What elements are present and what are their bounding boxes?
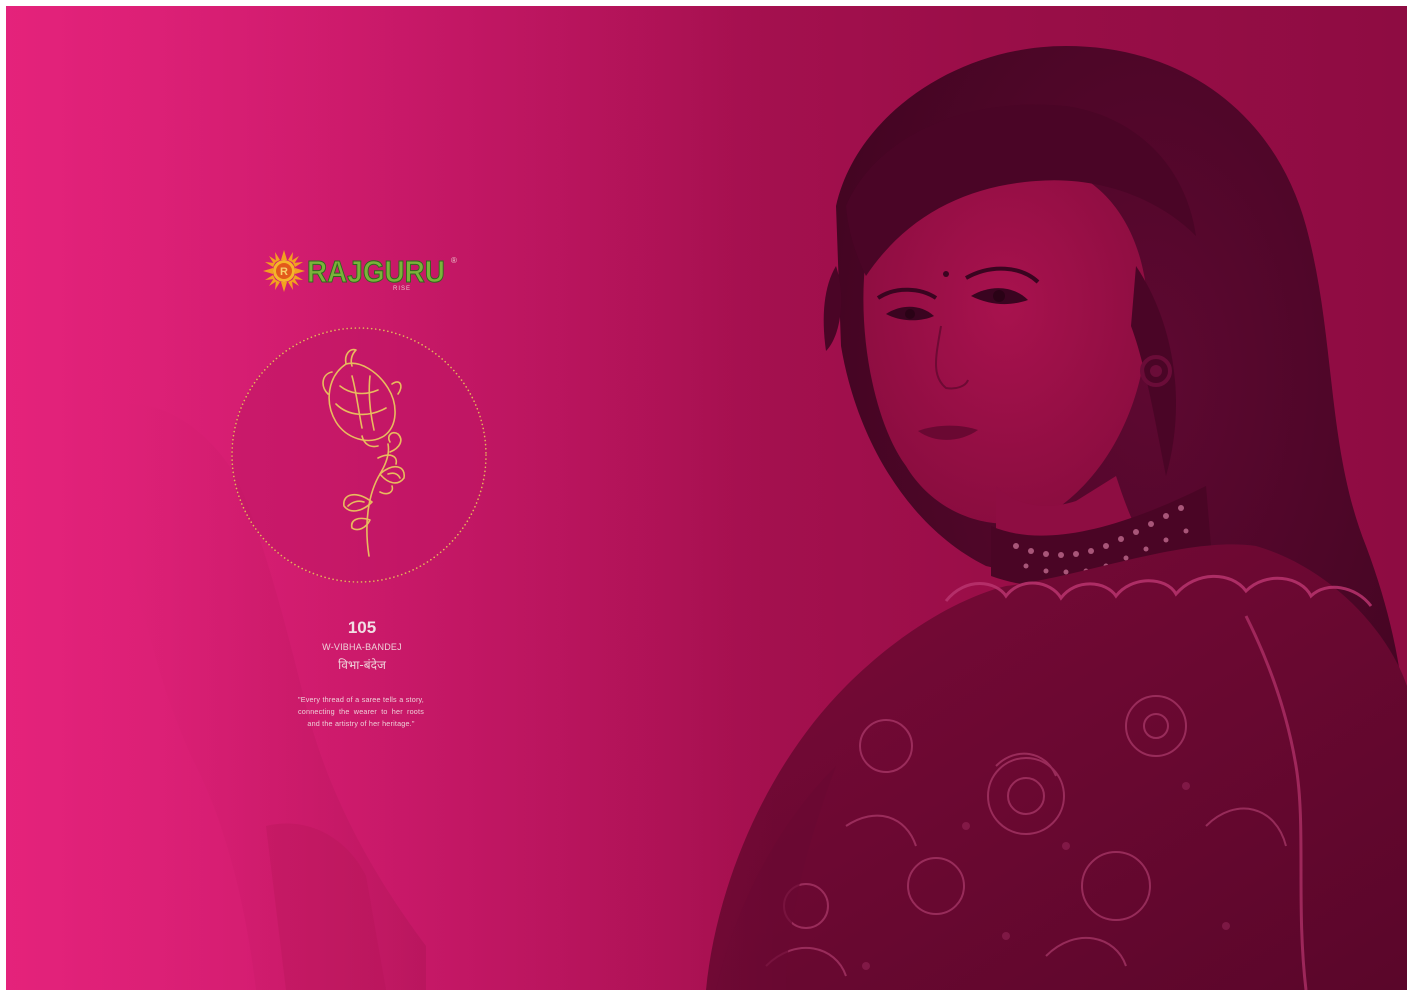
registered-mark: ® [451,256,457,265]
brand-name: RAJGURU [307,254,446,290]
brand-logo: R RAJGURU ® RISE [261,248,461,298]
model-photo [110,46,1407,990]
design-code: W-VIBHA-BANDEJ [322,642,402,652]
catalog-page: R RAJGURU ® RISE 105 W-VIBHA-BANDEJ विभा… [6,6,1407,990]
sun-emblem-icon: R [263,250,305,292]
paisley-flower-icon [231,327,487,583]
design-number: 105 [347,618,377,637]
design-name-hindi: विभा-बंदेज [338,658,386,672]
svg-text:R: R [280,266,288,278]
quote-text: "Every thread of a saree tells a story, … [298,695,424,728]
brand-subtext: RISE [393,286,412,292]
